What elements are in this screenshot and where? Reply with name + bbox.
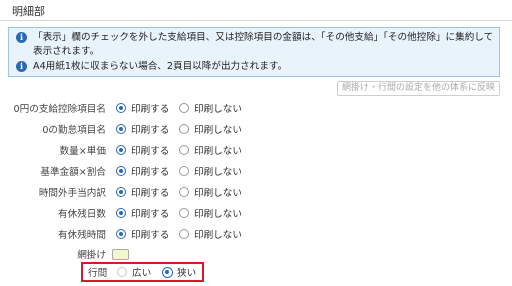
radio-icon[interactable] <box>179 208 189 218</box>
row-base-amount-ratio: 基準金額×割合 印刷する 印刷しない <box>0 163 512 179</box>
row-paid-leave-days: 有休残日数 印刷する 印刷しない <box>0 205 512 221</box>
row-label: 時間外手当内訳 <box>38 188 106 199</box>
radio-icon[interactable] <box>162 266 173 278</box>
spacing-label: 行間 <box>88 268 108 279</box>
section-divider <box>0 20 512 21</box>
info-line-1: i 「表示」欄のチェックを外した支給項目、又は控除項目の金額は、「その他支給」「… <box>16 31 496 59</box>
info-line-2: i A4用紙1枚に収まらない場合、2頁目以降が出力されます。 <box>16 60 496 74</box>
radio-icon[interactable] <box>179 187 189 197</box>
row-label: 数量×単価 <box>59 146 106 157</box>
radio-no-print[interactable]: 印刷しない <box>179 206 242 220</box>
row-paid-leave-hours: 有休残時間 印刷する 印刷しない <box>0 226 512 242</box>
radio-icon[interactable] <box>116 187 126 197</box>
radio-icon[interactable] <box>116 124 126 134</box>
info-icon: i <box>16 32 27 43</box>
radio-spacing-wide[interactable]: 広い <box>117 265 151 279</box>
radio-icon[interactable] <box>179 229 189 239</box>
radio-icon[interactable] <box>179 166 189 176</box>
radio-print[interactable]: 印刷する <box>116 143 169 157</box>
radio-no-print[interactable]: 印刷しない <box>179 227 242 241</box>
radio-no-print[interactable]: 印刷しない <box>179 101 242 115</box>
row-zero-attendance: 0の勤怠項目名 印刷する 印刷しない <box>0 121 512 137</box>
reflect-settings-button[interactable]: 網掛け・行間の設定を他の体系に反映 <box>337 81 500 96</box>
radio-print[interactable]: 印刷する <box>116 227 169 241</box>
radio-print[interactable]: 印刷する <box>116 206 169 220</box>
row-label: 0円の支給控除項目名 <box>13 104 106 115</box>
row-overtime-breakdown: 時間外手当内訳 印刷する 印刷しない <box>0 184 512 200</box>
info-box: i 「表示」欄のチェックを外した支給項目、又は控除項目の金額は、「その他支給」「… <box>8 27 500 77</box>
radio-icon[interactable] <box>116 208 126 218</box>
radio-no-print[interactable]: 印刷しない <box>179 164 242 178</box>
info-icon: i <box>16 61 27 72</box>
shading-color-swatch[interactable] <box>112 248 129 260</box>
radio-print[interactable]: 印刷する <box>116 101 169 115</box>
radio-icon[interactable] <box>116 145 126 155</box>
radio-no-print[interactable]: 印刷しない <box>179 122 242 136</box>
row-label: 0の勤怠項目名 <box>42 125 106 136</box>
section-title: 明細部 <box>12 5 45 18</box>
radio-print[interactable]: 印刷する <box>116 122 169 136</box>
radio-icon[interactable] <box>117 267 127 277</box>
info-text-2: A4用紙1枚に収まらない場合、2頁目以降が出力されます。 <box>33 61 288 72</box>
radio-icon[interactable] <box>116 103 126 113</box>
radio-no-print[interactable]: 印刷しない <box>179 185 242 199</box>
radio-icon[interactable] <box>179 145 189 155</box>
radio-print[interactable]: 印刷する <box>116 164 169 178</box>
radio-no-print[interactable]: 印刷しない <box>179 143 242 157</box>
radio-icon[interactable] <box>179 103 189 113</box>
row-label: 有休残日数 <box>58 209 106 220</box>
row-shading: 網掛け <box>0 246 512 262</box>
row-quantity-price: 数量×単価 印刷する 印刷しない <box>0 142 512 158</box>
radio-spacing-narrow[interactable]: 狭い <box>162 265 196 279</box>
row-label: 基準金額×割合 <box>40 167 106 178</box>
radio-icon[interactable] <box>116 166 126 176</box>
info-text-1: 「表示」欄のチェックを外した支給項目、又は控除項目の金額は、「その他支給」「その… <box>33 32 494 57</box>
row-label: 有休残時間 <box>58 230 106 241</box>
radio-print[interactable]: 印刷する <box>116 185 169 199</box>
radio-icon[interactable] <box>116 229 126 239</box>
row-zero-pay-deduction: 0円の支給控除項目名 印刷する 印刷しない <box>0 100 512 116</box>
radio-icon[interactable] <box>179 124 189 134</box>
shading-label: 網掛け <box>77 250 106 261</box>
